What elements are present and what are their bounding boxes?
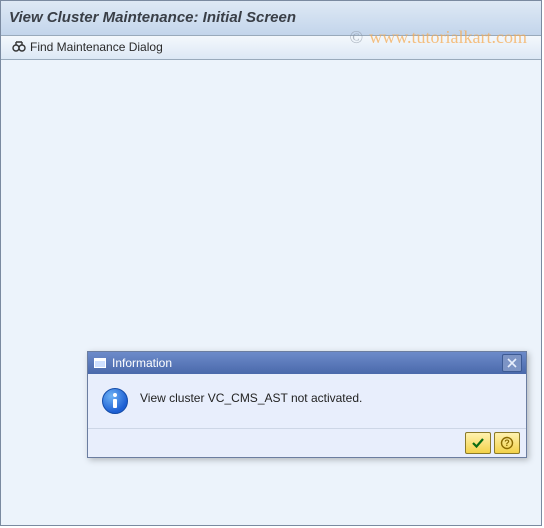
binoculars-icon [12, 40, 26, 54]
application-toolbar: Find Maintenance Dialog [1, 36, 541, 60]
dialog-button-bar: ? [88, 429, 526, 457]
information-dialog: Information View cluster VC_CMS_AST not … [87, 351, 527, 458]
dialog-title: Information [112, 356, 502, 370]
dialog-titlebar: Information [88, 352, 526, 374]
app-window: View Cluster Maintenance: Initial Screen… [0, 0, 542, 526]
dialog-close-button[interactable] [502, 354, 522, 372]
page-title: View Cluster Maintenance: Initial Screen [1, 1, 541, 36]
help-icon: ? [500, 436, 514, 450]
help-button[interactable]: ? [494, 432, 520, 454]
information-icon [102, 388, 128, 414]
dialog-message: View cluster VC_CMS_AST not activated. [140, 388, 362, 405]
window-icon [94, 358, 106, 368]
svg-text:?: ? [504, 438, 510, 448]
dialog-body: View cluster VC_CMS_AST not activated. [88, 374, 526, 429]
continue-button[interactable] [465, 432, 491, 454]
find-maintenance-dialog-label: Find Maintenance Dialog [30, 35, 163, 59]
close-icon [507, 358, 517, 368]
find-maintenance-dialog-button[interactable]: Find Maintenance Dialog [7, 36, 168, 58]
check-icon [471, 437, 485, 449]
